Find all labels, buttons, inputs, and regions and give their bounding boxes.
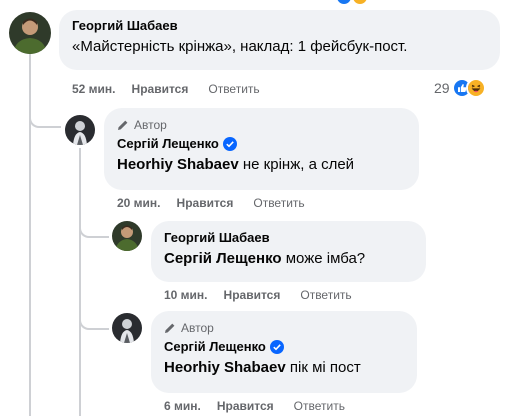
verified-badge-icon xyxy=(269,339,284,354)
comment-body: може імба? xyxy=(281,250,366,267)
like-button[interactable]: Нравится xyxy=(217,399,274,413)
author-badge: Автор xyxy=(164,321,404,335)
like-button[interactable]: Нравится xyxy=(177,196,234,210)
comment-author[interactable]: Георгий Шабаев xyxy=(164,230,413,245)
thread-line-reply xyxy=(79,148,81,416)
reaction-summary[interactable]: 29 xyxy=(434,78,486,98)
comment-body: пік мі пост xyxy=(285,359,361,376)
comment-time[interactable]: 6 мин. xyxy=(164,399,201,413)
comment-time[interactable]: 20 мин. xyxy=(117,196,161,210)
user-photo-icon xyxy=(9,12,51,54)
haha-icon xyxy=(465,78,486,98)
user-photo-icon xyxy=(112,313,142,343)
comment-bubble: Автор Сергій Лещенко Heorhiy Shabaev пік… xyxy=(151,311,417,393)
comment-author[interactable]: Сергій Лещенко xyxy=(117,136,219,151)
avatar[interactable] xyxy=(65,115,95,145)
avatar[interactable] xyxy=(9,12,51,54)
avatar[interactable] xyxy=(112,313,142,343)
comment-bubble: Георгий Шабаев Сергій Лещенко може імба? xyxy=(151,221,426,282)
reply-button[interactable]: Ответить xyxy=(294,399,345,413)
haha-icon xyxy=(353,0,367,4)
comment-time[interactable]: 52 мин. xyxy=(72,82,116,96)
author-badge-label: Автор xyxy=(134,118,167,132)
user-photo-icon xyxy=(65,115,95,145)
mention-link[interactable]: Сергій Лещенко xyxy=(164,250,282,267)
top-reaction-fragments xyxy=(337,0,367,4)
like-button[interactable]: Нравится xyxy=(132,82,189,96)
comment-actions: 6 мин. Нравится Ответить xyxy=(164,399,345,413)
pencil-icon xyxy=(165,323,175,333)
comment-actions: 10 мин. Нравится Ответить xyxy=(164,288,352,302)
comment-bubble: Георгий Шабаев «Майстерність крінжа», на… xyxy=(59,10,500,70)
comment-author[interactable]: Георгий Шабаев xyxy=(72,18,487,33)
mention-link[interactable]: Heorhiy Shabaev xyxy=(117,156,239,173)
comment-time[interactable]: 10 мин. xyxy=(164,288,208,302)
comment-author[interactable]: Сергій Лещенко xyxy=(164,339,266,354)
author-badge-label: Автор xyxy=(181,321,214,335)
user-photo-icon xyxy=(112,221,142,251)
author-badge: Автор xyxy=(117,118,406,132)
pencil-icon xyxy=(118,120,128,130)
thread-connector xyxy=(79,218,109,238)
thread-connector xyxy=(29,106,61,128)
reply-button[interactable]: Ответить xyxy=(253,196,304,210)
reply-button[interactable]: Ответить xyxy=(300,288,351,302)
comment-text: Heorhiy Shabaev пік мі пост xyxy=(164,359,404,376)
comment-text: Heorhiy Shabaev не крінж, а слей xyxy=(117,156,406,173)
thread-connector xyxy=(79,310,109,330)
mention-link[interactable]: Heorhiy Shabaev xyxy=(164,359,286,376)
like-button[interactable]: Нравится xyxy=(224,288,281,302)
comment-body: не крінж, а слей xyxy=(238,156,355,173)
reaction-count: 29 xyxy=(434,80,450,96)
comment-text: «Майстерність крінжа», наклад: 1 фейсбук… xyxy=(72,38,408,55)
avatar[interactable] xyxy=(112,221,142,251)
comment-text: Сергій Лещенко може імба? xyxy=(164,250,413,267)
comment-actions: 52 мин. Нравится Ответить xyxy=(72,82,260,96)
comment-bubble: Автор Сергій Лещенко Heorhiy Shabaev не … xyxy=(104,108,419,190)
reply-button[interactable]: Ответить xyxy=(208,82,259,96)
verified-badge-icon xyxy=(222,136,237,151)
like-icon xyxy=(337,0,351,4)
comment-actions: 20 мин. Нравится Ответить xyxy=(117,196,305,210)
